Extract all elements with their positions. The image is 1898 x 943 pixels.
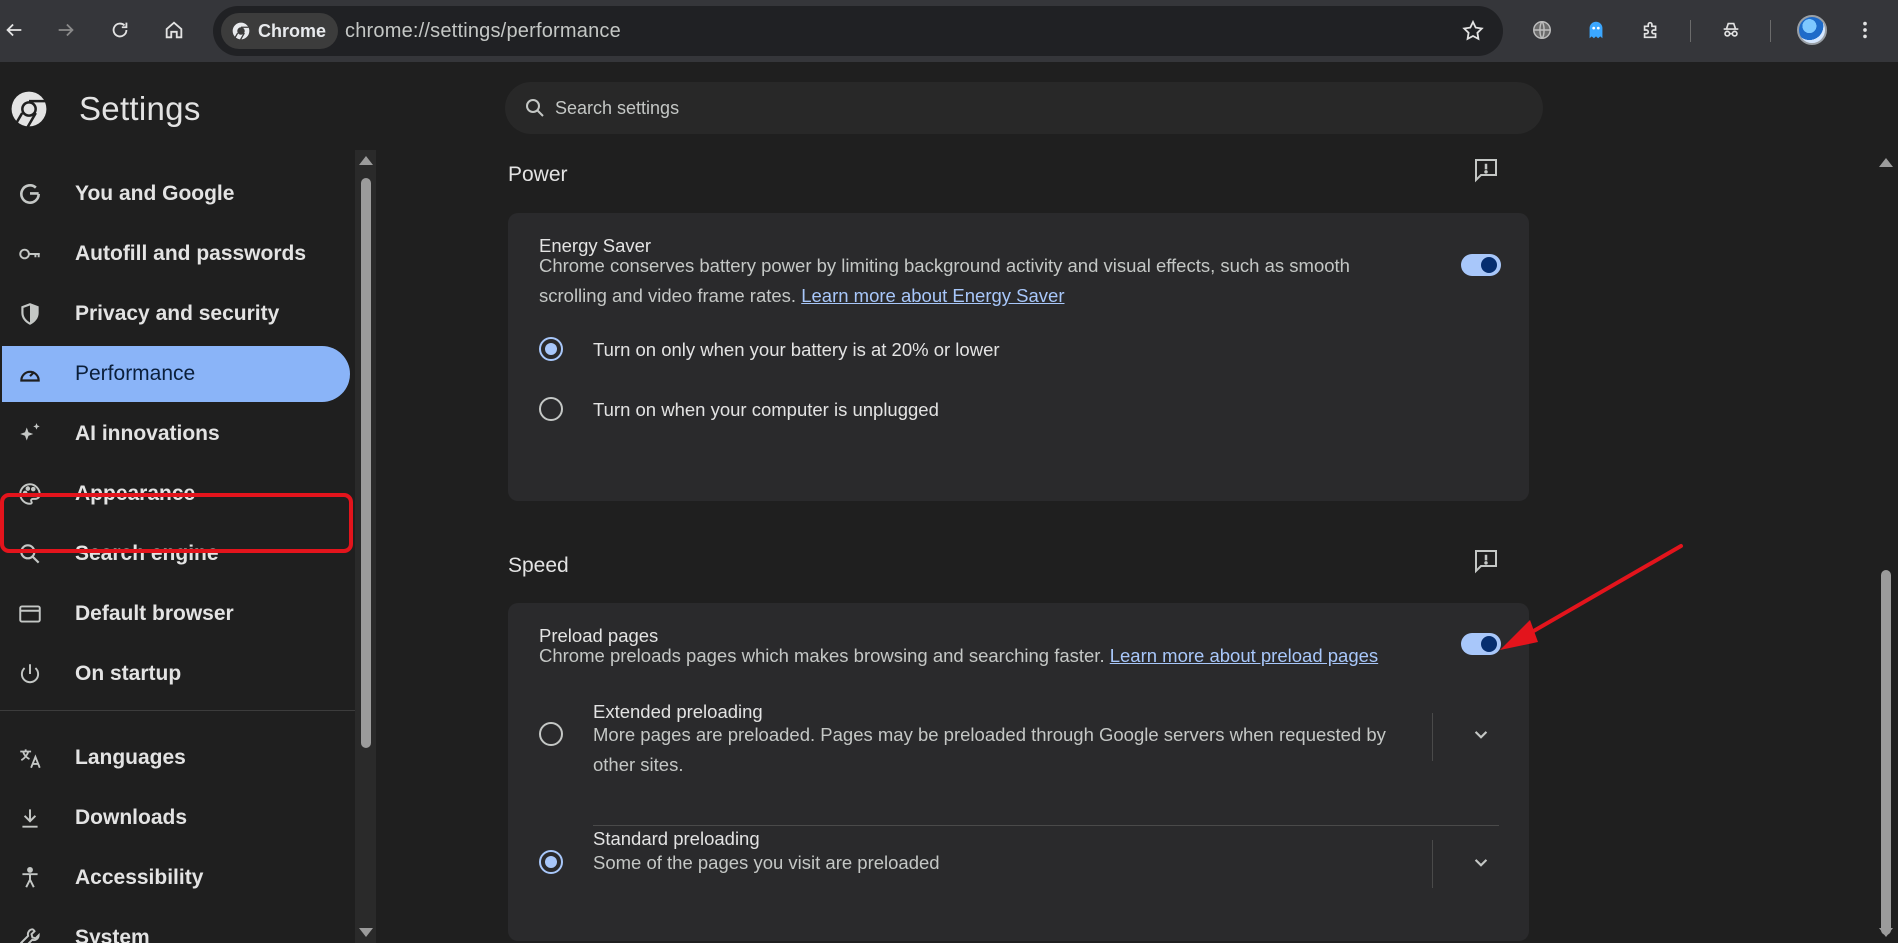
row-divider [1432, 713, 1433, 761]
power-icon [16, 660, 44, 688]
feedback-icon[interactable] [1471, 155, 1501, 185]
standard-preloading-label[interactable]: Standard preloading [593, 828, 760, 850]
home-icon[interactable] [160, 13, 188, 47]
ghost-extension-icon[interactable] [1582, 13, 1610, 47]
scroll-up-arrow-icon[interactable] [359, 156, 373, 165]
chrome-logo-icon [11, 91, 47, 128]
scroll-up-arrow-icon[interactable] [1879, 158, 1893, 167]
toggle-knob [1481, 257, 1497, 273]
sparkle-icon [16, 420, 44, 448]
browser-toolbar: Chrome chrome://settings/performance [0, 0, 1898, 62]
extended-preloading-description: More pages are preloaded. Pages may be p… [593, 724, 1386, 775]
scrollbar-thumb[interactable] [361, 178, 371, 748]
energy-saver-toggle[interactable] [1461, 254, 1501, 276]
extensions-puzzle-icon[interactable] [1637, 13, 1665, 47]
preload-learn-more-link[interactable]: Learn more about preload pages [1110, 645, 1378, 666]
sidebar-item-label: AI innovations [75, 422, 220, 445]
sidebar-item-privacy[interactable]: Privacy and security [0, 286, 350, 342]
reload-icon[interactable] [106, 13, 134, 47]
sidebar-item-autofill[interactable]: Autofill and passwords [0, 226, 350, 282]
sidebar-item-on-startup[interactable]: On startup [0, 646, 350, 702]
page-title: Settings [79, 90, 201, 127]
option-separator [593, 825, 1499, 826]
power-section-title: Power [508, 163, 568, 186]
preload-pages-card: Preload pages Chrome preloads pages whic… [508, 603, 1529, 941]
settings-header: Settings [0, 62, 1898, 150]
scroll-down-arrow-icon[interactable] [359, 928, 373, 937]
browser-window-icon [16, 600, 44, 628]
sidebar-item-downloads[interactable]: Downloads [0, 790, 350, 846]
standard-preloading-description: Some of the pages you visit are preloade… [593, 852, 940, 873]
sidebar-item-label: Performance [75, 362, 196, 385]
search-input[interactable] [555, 82, 1455, 134]
row-divider [1432, 840, 1433, 888]
site-chip-label: Chrome [258, 20, 327, 41]
sidebar-item-label: Languages [75, 746, 186, 769]
chrome-logo-icon [232, 22, 250, 40]
sidebar-item-label: Default browser [75, 602, 234, 625]
back-icon[interactable] [0, 13, 28, 47]
forward-icon[interactable] [52, 13, 80, 47]
wrench-icon [16, 924, 44, 943]
sidebar-item-you-and-google[interactable]: You and Google [0, 166, 350, 222]
sidebar-item-label: System [75, 926, 150, 943]
sidebar-item-label: Accessibility [75, 866, 204, 889]
preload-pages-description-text: Chrome preloads pages which makes browsi… [539, 645, 1105, 666]
scroll-down-arrow-icon[interactable] [1879, 928, 1893, 937]
globe-extension-icon[interactable] [1528, 13, 1556, 47]
sidebar-item-accessibility[interactable]: Accessibility [0, 850, 350, 906]
sidebar-item-label: You and Google [75, 182, 235, 205]
sidebar-item-performance[interactable]: Performance [0, 346, 350, 402]
sidebar-item-label: On startup [75, 662, 182, 685]
sidebar-item-system[interactable]: System [0, 910, 350, 943]
accessibility-icon [16, 864, 44, 892]
shield-icon [16, 300, 44, 328]
preload-pages-description: Chrome preloads pages which makes browsi… [539, 641, 1459, 671]
chevron-down-icon[interactable] [1468, 721, 1494, 747]
unplugged-radio[interactable] [539, 397, 563, 421]
sidebar-item-label: Privacy and security [75, 302, 280, 325]
speedometer-icon [16, 360, 44, 388]
standard-preloading-radio[interactable] [539, 850, 563, 874]
red-arrow-annotation-icon [1500, 544, 1683, 650]
scrollbar-thumb[interactable] [1881, 570, 1891, 935]
settings-search[interactable] [505, 82, 1543, 134]
incognito-icon[interactable] [1717, 13, 1745, 47]
url-text[interactable]: chrome://settings/performance [345, 6, 621, 56]
battery-20-radio[interactable] [539, 337, 563, 361]
chevron-down-icon[interactable] [1468, 849, 1494, 875]
energy-saver-learn-more-link[interactable]: Learn more about Energy Saver [801, 285, 1064, 306]
unplugged-label[interactable]: Turn on when your computer is unplugged [593, 399, 939, 421]
speed-section-title: Speed [508, 554, 569, 577]
translate-icon [16, 744, 44, 772]
sidebar-item-languages[interactable]: Languages [0, 730, 350, 786]
site-chip[interactable]: Chrome [221, 13, 339, 49]
sidebar-item-ai-innovations[interactable]: AI innovations [0, 406, 350, 462]
key-icon [16, 240, 44, 268]
energy-saver-card: Energy Saver Chrome conserves battery po… [508, 213, 1529, 501]
performance-highlight-annotation [0, 493, 353, 553]
sidebar-item-label: Autofill and passwords [75, 242, 307, 265]
sidebar-divider [0, 710, 355, 711]
toolbar-divider [1690, 20, 1691, 42]
search-icon [526, 99, 544, 117]
settings-sidebar: You and Google Autofill and passwords Pr… [0, 150, 355, 943]
toolbar-divider [1770, 20, 1771, 42]
sidebar-scrollbar[interactable] [355, 150, 376, 943]
profile-avatar[interactable] [1797, 15, 1827, 45]
google-g-icon [16, 180, 44, 208]
sidebar-item-default-browser[interactable]: Default browser [0, 586, 350, 642]
sidebar-item-label: Downloads [75, 806, 188, 829]
energy-saver-description: Chrome conserves battery power by limiti… [539, 251, 1419, 311]
bookmark-star-icon[interactable] [1461, 19, 1485, 48]
battery-20-label[interactable]: Turn on only when your battery is at 20%… [593, 339, 1000, 361]
download-icon [16, 804, 44, 832]
address-bar[interactable]: Chrome chrome://settings/performance [213, 6, 1503, 56]
more-menu-icon[interactable] [1851, 13, 1879, 47]
extended-preloading-radio[interactable] [539, 722, 563, 746]
main-scrollbar[interactable] [1874, 150, 1898, 943]
